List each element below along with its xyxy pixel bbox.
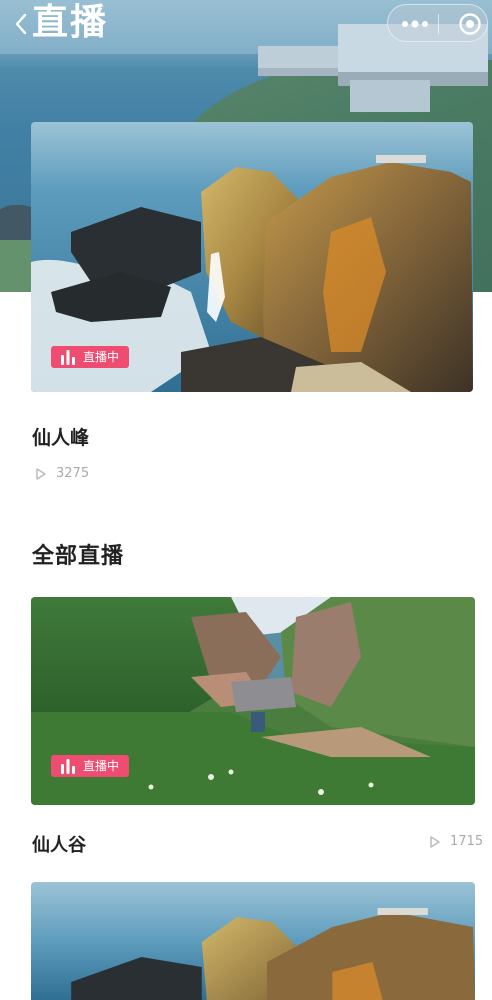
navigation-bar: 直播 (0, 0, 492, 52)
page-title: 直播 (32, 2, 109, 43)
all-live-section-title: 全部直播 (32, 544, 125, 569)
live-item-title[interactable]: 仙人谷 (32, 831, 86, 857)
featured-view-count-value: 3275 (56, 466, 90, 481)
featured-view-count: 3275 (34, 466, 89, 481)
live-badge-label: 直播中 (83, 759, 120, 773)
chevron-left-icon[interactable] (12, 12, 30, 36)
play-icon (36, 467, 46, 480)
live-item-view-count-value: 1715 (450, 834, 484, 849)
featured-live-thumbnail[interactable]: 直播中 (31, 122, 473, 392)
live-item-view-count: 1715 (428, 834, 483, 849)
live-bars-icon (61, 759, 75, 774)
live-badge: 直播中 (51, 346, 130, 368)
featured-live-title[interactable]: 仙人峰 (32, 423, 89, 450)
featured-scene-image-repeat (31, 882, 475, 1000)
mini-program-capsule (387, 4, 488, 42)
live-badge-label: 直播中 (83, 350, 120, 364)
more-dots-icon[interactable] (400, 16, 430, 32)
capsule-divider (438, 14, 439, 34)
live-item-thumbnail-partial[interactable] (31, 882, 475, 1000)
live-item-thumbnail[interactable]: 直播中 (31, 597, 475, 805)
live-bars-icon (61, 350, 75, 365)
live-badge: 直播中 (51, 755, 130, 777)
target-close-icon[interactable] (458, 12, 482, 36)
play-icon (430, 835, 440, 848)
